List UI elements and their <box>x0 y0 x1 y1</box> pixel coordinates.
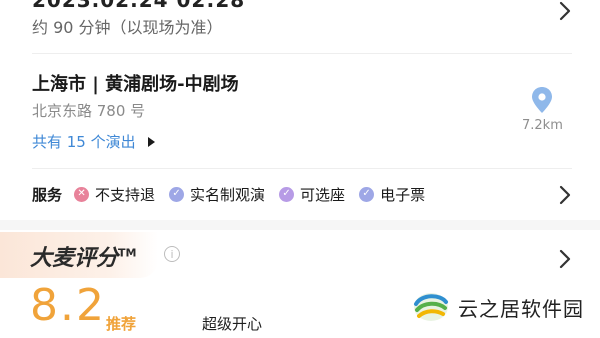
play-triangle-icon <box>147 136 155 147</box>
check-circle-icon: ✓ <box>169 186 185 202</box>
check-circle-icon: ✓ <box>279 186 295 202</box>
services-row[interactable]: 服务 ✕ 不支持退 ✓ 实名制观演 ✓ 可选座 ✓ 电子票 <box>32 182 439 206</box>
rating-recommend-tag: 推荐 <box>106 315 137 333</box>
watermark: 云之居软件园 <box>412 290 584 324</box>
rating-mood: 超级开心 <box>202 315 263 333</box>
service-label: 可选座 <box>300 185 346 204</box>
watermark-text: 云之居软件园 <box>458 296 584 321</box>
venue-shows-label: 共有 15 个演出 <box>32 133 136 151</box>
session-chevron-right-icon[interactable] <box>558 0 572 22</box>
service-item: ✓ 可选座 <box>279 184 345 205</box>
trademark-mark: TM <box>118 246 137 260</box>
service-label: 电子票 <box>380 185 426 204</box>
service-label: 实名制观演 <box>190 185 266 204</box>
rating-logo: 大麦评分TM <box>30 240 136 272</box>
info-icon[interactable]: i <box>164 246 180 262</box>
session-duration: 约 90 分钟（以现场为准） <box>32 18 223 37</box>
x-circle-icon: ✕ <box>74 186 90 202</box>
service-label: 不支持退 <box>95 185 156 204</box>
location-pin-icon[interactable] <box>530 86 554 118</box>
service-item: ✓ 实名制观演 <box>169 184 265 205</box>
service-item: ✓ 电子票 <box>359 184 425 205</box>
watermark-logo-icon <box>414 293 448 321</box>
service-item: ✕ 不支持退 <box>74 184 155 205</box>
section-separator <box>0 220 600 230</box>
services-chevron-right-icon[interactable] <box>558 184 572 206</box>
rating-chevron-right-icon[interactable] <box>558 248 572 270</box>
services-title: 服务 <box>32 185 63 204</box>
check-circle-icon: ✓ <box>359 186 375 202</box>
session-datetime: 2023.02.24 02:28 <box>32 0 246 12</box>
rating-score: 8.2 <box>30 280 106 331</box>
venue-shows-link[interactable]: 共有 15 个演出 <box>32 131 155 152</box>
venue-distance: 7.2km <box>522 118 563 133</box>
divider <box>32 53 572 54</box>
divider <box>32 168 572 169</box>
rating-logo-text: 大麦评分 <box>30 246 119 271</box>
venue-address: 北京东路 780 号 <box>32 102 146 120</box>
venue-name[interactable]: 上海市 | 黄浦剧场-中剧场 <box>32 70 239 96</box>
